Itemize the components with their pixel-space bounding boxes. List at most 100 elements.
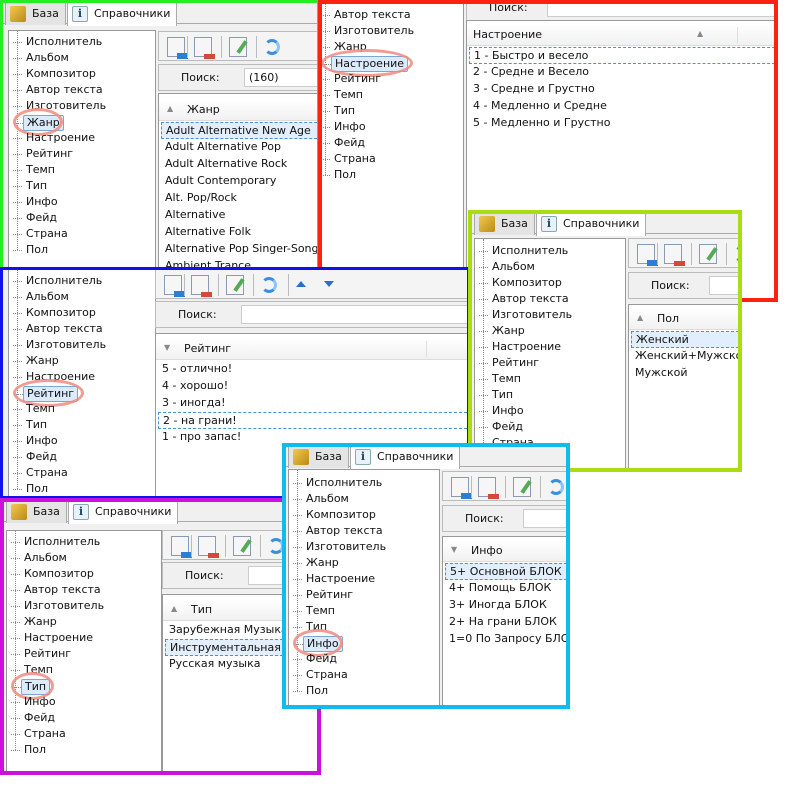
search-input[interactable] <box>709 276 742 295</box>
table-row[interactable]: 3+ Иногда БЛОК <box>445 597 570 614</box>
tree-item[interactable]: Жанр <box>11 615 60 629</box>
table-row[interactable]: Adult Alternative Rock <box>161 156 320 173</box>
refresh-icon[interactable] <box>548 479 564 495</box>
refresh-icon[interactable] <box>261 277 277 293</box>
tree-item[interactable]: Альбом <box>13 51 72 65</box>
refresh-icon[interactable] <box>734 246 742 262</box>
table-row[interactable]: Adult Alternative New Age <box>161 122 320 139</box>
table-row[interactable]: Alternative Pop Singer-Songwrit <box>161 241 320 258</box>
table-row[interactable]: 1 - Быстро и весело 0 <box>469 47 778 64</box>
delete-record-icon[interactable] <box>198 536 219 558</box>
table-row[interactable]: Женский <box>631 331 742 348</box>
tree-item[interactable]: Страна <box>13 227 71 241</box>
tree-item[interactable]: Настроение <box>12 131 98 145</box>
tree-item[interactable]: Композитор <box>13 67 99 81</box>
edit-record-icon[interactable] <box>229 37 248 57</box>
tree-item[interactable]: Фейд <box>11 711 58 725</box>
add-record-icon[interactable] <box>637 244 658 266</box>
tree-item[interactable]: Тип <box>320 104 358 118</box>
tree-item[interactable]: Исполнитель <box>12 274 105 288</box>
tree-item[interactable]: Рейтинг <box>478 356 542 370</box>
tree-item[interactable]: Темп <box>13 402 58 416</box>
tree-item[interactable]: Фейд <box>13 211 60 225</box>
search-input[interactable] <box>523 509 570 528</box>
tree-view[interactable]: Исполнитель Альбом Композитор Автор текста И… <box>288 469 440 709</box>
table-row[interactable]: 2 - на грани! 3 <box>158 412 470 429</box>
table-row[interactable]: 4+ Помощь БЛОК <box>445 580 570 597</box>
table-row[interactable]: Alternative <box>161 207 320 224</box>
tree-item[interactable]: Инфо <box>13 195 61 209</box>
edit-record-icon[interactable] <box>699 244 718 264</box>
tree-item[interactable]: Альбом <box>479 260 538 274</box>
tree-item[interactable]: Альбом <box>293 492 352 506</box>
refresh-icon[interactable] <box>264 39 280 55</box>
tree-view[interactable]: Исполнитель Альбом Композитор Автор текста И… <box>8 30 156 271</box>
tree-item[interactable]: Фейд <box>293 652 340 666</box>
tree-item[interactable]: Тип <box>478 388 516 402</box>
tree-view[interactable]: Исполнитель Альбом Композитор Автор текста И… <box>474 238 626 472</box>
table-row[interactable]: 2+ На грани БЛОК <box>445 614 570 631</box>
tree-item[interactable]: Альбом <box>11 551 70 565</box>
delete-record-icon[interactable] <box>664 244 685 266</box>
tree-item[interactable]: Автор текста <box>13 322 106 336</box>
tree-item[interactable]: Страна <box>13 466 71 480</box>
add-record-icon[interactable] <box>451 477 472 499</box>
tree-item[interactable]: Автор текста <box>321 8 414 22</box>
tree-view[interactable]: Автор текста Изготовитель Жанр Настроение Ре… <box>318 0 464 302</box>
tree-item[interactable]: Инфо <box>13 434 61 448</box>
column-header[interactable]: Инфо <box>471 543 503 559</box>
move-down-icon[interactable] <box>324 281 334 287</box>
tree-item[interactable]: Композитор <box>11 567 97 581</box>
tree-item[interactable]: Страна <box>321 152 379 166</box>
table-row[interactable]: Adult Contemporary <box>161 173 320 190</box>
tree-item[interactable]: Изготовитель <box>10 599 107 613</box>
tree-item[interactable]: Исполнитель <box>478 244 571 258</box>
tree-item[interactable]: Изготовитель <box>12 338 109 352</box>
tab-references[interactable]: i Справочники <box>350 445 461 469</box>
search-input[interactable] <box>547 0 778 17</box>
table-row[interactable]: Adult Alternative Pop <box>161 139 320 156</box>
tree-item[interactable]: Автор текста <box>13 83 106 97</box>
tree-item[interactable]: Настроение <box>10 631 96 645</box>
tree-item[interactable]: Исполнитель <box>10 535 103 549</box>
tree-item[interactable]: Изготовитель <box>478 308 575 322</box>
tree-item[interactable]: Пол <box>10 743 49 757</box>
tree-item[interactable]: Инфо <box>11 695 59 709</box>
data-grid[interactable]: Инфо ▼ 5+ Основной БЛОК 4+ Помощь БЛОК 3+ Ин… <box>442 536 570 709</box>
tree-item[interactable]: Композитор <box>13 306 99 320</box>
tree-item[interactable]: Фейд <box>479 420 526 434</box>
edit-record-icon[interactable] <box>513 477 532 497</box>
tree-item[interactable]: Рейтинг <box>320 72 384 86</box>
tree-item[interactable]: Пол <box>320 168 359 182</box>
tree-item[interactable]: Композитор <box>293 508 379 522</box>
tab-base[interactable]: База <box>6 500 67 523</box>
column-header[interactable]: Значение <box>737 27 778 43</box>
table-row[interactable]: 3 - иногда! 2 <box>158 395 470 412</box>
tree-item[interactable]: Темп <box>293 604 338 618</box>
add-record-icon[interactable] <box>167 37 188 59</box>
tree-item[interactable]: Жанр <box>13 354 62 368</box>
tree-item[interactable]: Автор текста <box>479 292 572 306</box>
table-row[interactable]: 4 - Медленно и Средне 3 <box>469 98 778 115</box>
tree-item[interactable]: Темп <box>13 163 58 177</box>
table-row[interactable]: 5 - отлично! 0 <box>158 361 470 378</box>
search-input[interactable]: (160) <box>244 68 320 87</box>
table-row[interactable]: 5 - Медленно и Грустно 4 <box>469 115 778 132</box>
tree-item[interactable]: Композитор <box>479 276 565 290</box>
tree-item[interactable]: Пол <box>12 482 51 496</box>
table-row[interactable]: Alt. Pop/Rock <box>161 190 320 207</box>
tree-item[interactable]: Автор текста <box>293 524 386 538</box>
table-row[interactable]: Alternative Folk <box>161 224 320 241</box>
move-up-icon[interactable] <box>296 281 306 287</box>
search-input[interactable] <box>241 305 470 324</box>
table-row[interactable]: 1=0 По Запросу БЛОК <box>445 631 570 648</box>
tree-item[interactable]: Изготовитель <box>320 24 417 38</box>
table-row[interactable]: 4 - хорошо! 1 <box>158 378 470 395</box>
tab-references[interactable]: i Справочники <box>536 212 647 236</box>
tree-item[interactable]: Темп <box>321 88 366 102</box>
column-header[interactable]: Пол <box>657 311 679 327</box>
tab-base[interactable]: База <box>5 2 66 25</box>
table-row[interactable]: 2 - Средне и Весело 1 <box>469 64 778 81</box>
tree-item[interactable]: Жанр <box>479 324 528 338</box>
delete-record-icon[interactable] <box>191 275 212 297</box>
